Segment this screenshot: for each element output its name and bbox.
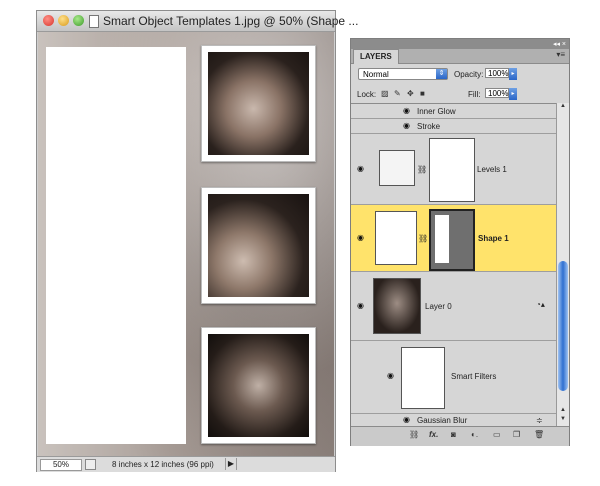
opacity-label: Opacity: xyxy=(454,70,484,79)
photo-frame-1 xyxy=(201,45,316,162)
zoom-field[interactable]: 50% xyxy=(40,459,82,471)
vector-mask-thumbnail[interactable] xyxy=(429,209,475,271)
eye-icon[interactable]: ◉ xyxy=(357,165,367,173)
tab-layers[interactable]: LAYERS xyxy=(353,49,399,64)
fill-slider-icon[interactable]: ▸ xyxy=(509,88,517,100)
document-window: Smart Object Templates 1.jpg @ 50% (Shap… xyxy=(36,10,358,472)
blend-mode-value: Normal xyxy=(363,70,389,79)
eye-icon[interactable]: ◉ xyxy=(403,416,413,424)
smart-filter-mask-thumbnail[interactable] xyxy=(401,347,445,409)
filter-options-icon[interactable]: ≑ xyxy=(536,416,543,425)
smart-filter-icon[interactable]: ◔▴ xyxy=(536,300,545,309)
layer-row-shape[interactable]: ◉ ⛓ Shape 1 xyxy=(351,205,556,272)
new-group-icon[interactable]: ▭ xyxy=(493,430,501,439)
layer-row-layer0[interactable]: ◉ Layer 0 ◔▴ xyxy=(351,272,556,341)
layer-name: Levels 1 xyxy=(477,165,507,174)
add-mask-icon[interactable]: ◙ xyxy=(451,430,456,439)
layer-row-inner-glow[interactable]: ◉ Inner Glow xyxy=(351,104,556,119)
close-window-button[interactable] xyxy=(43,15,54,26)
lock-label: Lock: xyxy=(357,90,377,99)
opacity-slider-icon[interactable]: ▸ xyxy=(509,68,517,80)
scroll-up-icon[interactable]: ▲ xyxy=(558,103,568,111)
zoom-window-button[interactable] xyxy=(73,15,84,26)
layer-name: Inner Glow xyxy=(417,107,456,116)
layer-name: Layer 0 xyxy=(425,302,452,311)
adjustment-layer-icon[interactable]: ◐. xyxy=(471,430,478,439)
scroll-up-icon[interactable]: ▲ xyxy=(558,407,568,415)
scroll-down-icon[interactable]: ▼ xyxy=(558,416,568,424)
link-layers-icon[interactable]: ⛓ xyxy=(409,430,419,439)
layers-list: ◉ Inner Glow ◉ Stroke ◉ ⛓ Levels 1 ◉ ⛓ S… xyxy=(351,103,556,427)
layer-thumbnail[interactable] xyxy=(373,278,421,334)
chevron-down-icon[interactable]: ⇕ xyxy=(436,69,447,79)
collapse-icon[interactable]: ◂◂ × xyxy=(553,40,566,48)
eye-icon[interactable]: ◉ xyxy=(357,234,367,242)
document-proxy-icon[interactable] xyxy=(89,15,99,28)
lock-all-icon[interactable]: ■ xyxy=(420,90,428,98)
photo-frame-3 xyxy=(201,327,316,444)
photo-hands xyxy=(208,334,309,437)
layer-name: Shape 1 xyxy=(478,234,509,243)
fill-label: Fill: xyxy=(468,90,481,99)
chain-link-icon[interactable]: ⛓ xyxy=(418,234,428,243)
document-canvas[interactable] xyxy=(38,32,334,456)
blend-mode-select[interactable]: Normal ⇕ xyxy=(358,68,448,80)
status-icon[interactable] xyxy=(85,459,96,470)
layer-name: Smart Filters xyxy=(451,372,497,381)
layer-mask-thumbnail[interactable] xyxy=(429,138,475,202)
trash-icon[interactable]: 🗑 xyxy=(534,430,544,439)
layer-name: Stroke xyxy=(417,122,441,131)
document-titlebar[interactable]: Smart Object Templates 1.jpg @ 50% (Shap… xyxy=(37,11,358,32)
layers-panel: ◂◂ × LAYERS ▾≡ Normal ⇕ Opacity: 100% ▸ … xyxy=(350,38,570,446)
fill-input[interactable]: 100% xyxy=(485,88,509,98)
eye-icon[interactable]: ◉ xyxy=(387,372,397,380)
lock-pixels-icon[interactable]: ✎ xyxy=(394,90,402,98)
status-menu-arrow-icon[interactable]: ▶ xyxy=(225,458,237,470)
layer-row-stroke[interactable]: ◉ Stroke xyxy=(351,119,556,134)
shape-thumbnail[interactable] xyxy=(375,211,417,265)
layer-row-levels[interactable]: ◉ ⛓ Levels 1 xyxy=(351,134,556,205)
panel-menu-icon[interactable]: ▾≡ xyxy=(556,50,565,59)
photo-frame-2 xyxy=(201,187,316,304)
fx-icon[interactable]: fx. xyxy=(429,430,438,439)
opacity-input[interactable]: 100% xyxy=(485,68,509,78)
scroll-thumb[interactable] xyxy=(558,261,568,391)
photo-bride-profile xyxy=(208,52,309,155)
new-layer-icon[interactable]: ❐ xyxy=(513,430,520,439)
panel-tab-bar: LAYERS ▾≡ xyxy=(351,49,569,64)
eye-icon[interactable]: ◉ xyxy=(357,302,367,310)
panel-header[interactable]: ◂◂ × xyxy=(351,39,569,49)
chain-link-icon[interactable]: ⛓ xyxy=(417,165,427,174)
layer-name: Gaussian Blur xyxy=(417,416,468,425)
lock-transparency-icon[interactable]: ▨ xyxy=(381,90,389,98)
eye-icon[interactable]: ◉ xyxy=(403,107,413,115)
panel-bottom-toolbar: ⛓ fx. ◙ ◐. ▭ ❐ 🗑 xyxy=(351,426,569,446)
layers-scrollbar[interactable]: ▲ ▲ ▼ xyxy=(556,103,569,426)
layer-row-smart-filters[interactable]: ◉ Smart Filters xyxy=(351,341,556,414)
document-size: 8 inches x 12 inches (96 ppi) xyxy=(112,460,214,469)
white-panel xyxy=(46,47,186,444)
levels-adjustment-icon xyxy=(379,150,415,186)
eye-icon[interactable]: ◉ xyxy=(403,122,413,130)
minimize-window-button[interactable] xyxy=(58,15,69,26)
document-title: Smart Object Templates 1.jpg @ 50% (Shap… xyxy=(103,14,359,28)
photo-couple xyxy=(208,194,309,297)
lock-position-icon[interactable]: ✥ xyxy=(407,90,415,98)
status-bar: 50% 8 inches x 12 inches (96 ppi) ▶ xyxy=(37,456,335,472)
